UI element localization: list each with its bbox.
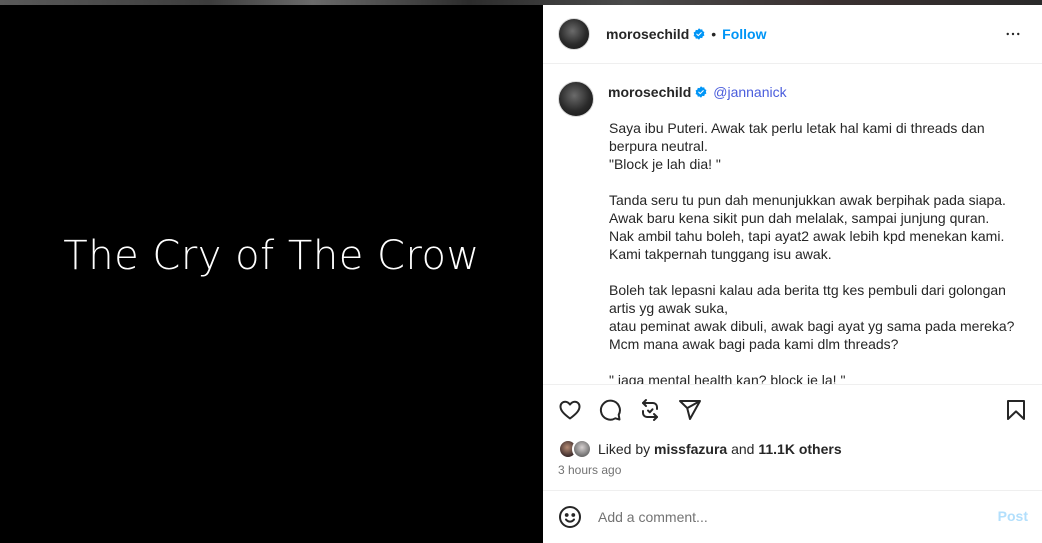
share-icon[interactable] bbox=[678, 398, 702, 422]
post-side-panel: morosechild • Follow morosechild @jannan… bbox=[543, 5, 1042, 543]
caption-line: Awak baru kena sikit pun dah melalak, sa… bbox=[609, 210, 990, 226]
comment-icon[interactable] bbox=[598, 398, 622, 422]
likes-summary: Liked by missfazura and 11.1K others bbox=[558, 439, 842, 459]
comment-input[interactable] bbox=[598, 509, 978, 525]
caption-header: morosechild @jannanick bbox=[558, 81, 1027, 117]
post-media[interactable]: The Cry of The Crow bbox=[0, 5, 543, 543]
repost-icon[interactable] bbox=[638, 398, 662, 422]
likes-text: Liked by missfazura and 11.1K others bbox=[598, 441, 842, 457]
caption-username[interactable]: morosechild bbox=[608, 84, 691, 100]
caption-mention-link[interactable]: @jannanick bbox=[713, 84, 786, 100]
liker-username[interactable]: missfazura bbox=[654, 441, 727, 457]
caption-line: "Block je lah dia! " bbox=[609, 156, 721, 172]
likes-others-link[interactable]: 11.1K others bbox=[758, 441, 841, 457]
post-comment-button[interactable]: Post bbox=[998, 508, 1028, 524]
caption-line: Boleh tak lepasni kalau ada berita ttg k… bbox=[609, 282, 1006, 298]
actions-divider bbox=[543, 384, 1042, 385]
caption-line: Nak ambil tahu boleh, tapi ayat2 awak le… bbox=[609, 228, 1005, 244]
liker-avatar[interactable] bbox=[572, 439, 592, 459]
comment-bar: Post bbox=[558, 505, 1028, 529]
caption-line: Mcm mana awak bagi pada kami dlm threads… bbox=[609, 336, 899, 352]
header-separator: • bbox=[711, 26, 717, 42]
caption-line: Tanda seru tu pun dah menunjukkan awak b… bbox=[609, 192, 1006, 208]
caption-paragraph: Saya ibu Puteri. Awak tak perlu letak ha… bbox=[609, 119, 1027, 173]
caption-paragraph: Boleh tak lepasni kalau ada berita ttg k… bbox=[609, 281, 1027, 353]
more-options-icon[interactable] bbox=[1004, 25, 1022, 43]
caption-line: artis yg awak suka, bbox=[609, 300, 729, 316]
author-avatar[interactable] bbox=[558, 18, 590, 50]
verified-badge-icon bbox=[693, 28, 705, 40]
author-username[interactable]: morosechild bbox=[606, 26, 689, 42]
likes-prefix: Liked by bbox=[598, 441, 651, 457]
caption-line: berpura neutral. bbox=[609, 138, 708, 154]
caption-line: atau peminat awak dibuli, awak bagi ayat… bbox=[609, 318, 1015, 334]
comment-divider bbox=[543, 490, 1042, 491]
post-caption: morosechild @jannanick Saya ibu Puteri. … bbox=[543, 65, 1042, 385]
verified-badge-icon bbox=[695, 86, 707, 98]
caption-avatar[interactable] bbox=[558, 81, 594, 117]
post-header: morosechild • Follow bbox=[543, 5, 1042, 64]
caption-paragraph: " jaga mental health kan? block je la! " bbox=[609, 371, 1027, 385]
media-title-text: The Cry of The Crow bbox=[63, 233, 480, 279]
post-timestamp[interactable]: 3 hours ago bbox=[558, 463, 621, 477]
bookmark-icon[interactable] bbox=[1004, 398, 1028, 422]
likes-and: and bbox=[731, 441, 755, 457]
emoji-icon[interactable] bbox=[558, 505, 582, 529]
caption-line: Kami takpernah tunggang isu awak. bbox=[609, 246, 832, 262]
heart-icon[interactable] bbox=[558, 398, 582, 422]
caption-line: Saya ibu Puteri. Awak tak perlu letak ha… bbox=[609, 120, 985, 136]
caption-text: Saya ibu Puteri. Awak tak perlu letak ha… bbox=[609, 119, 1027, 385]
post-actions-bar bbox=[558, 398, 1028, 422]
caption-paragraph: Tanda seru tu pun dah menunjukkan awak b… bbox=[609, 191, 1027, 263]
follow-button[interactable]: Follow bbox=[722, 26, 766, 42]
